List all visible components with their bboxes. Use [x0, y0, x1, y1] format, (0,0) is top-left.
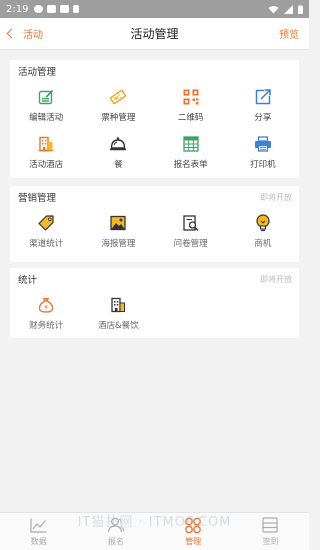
checkin-icon	[261, 517, 279, 534]
share-icon	[254, 88, 272, 106]
section-title: 活动管理	[18, 67, 57, 78]
business-opportunity-button[interactable]: 商机	[227, 208, 299, 255]
form-table-icon	[182, 135, 200, 153]
item-label: 活动酒店	[29, 160, 64, 170]
printer-icon	[254, 135, 272, 153]
coming-soon-badge: 即将开放	[260, 274, 292, 284]
dining-button[interactable]: 餐	[82, 129, 154, 176]
image-icon	[47, 5, 57, 13]
battery-icon	[298, 4, 303, 14]
survey-icon	[182, 214, 200, 232]
photo-icon	[60, 5, 70, 13]
item-label: 编辑活动	[29, 113, 64, 123]
hotel-dining-button[interactable]: 酒店&餐饮	[82, 290, 154, 337]
activity-management-section: 活动管理 编辑活动 票种管理 二维码 分享 活动酒店 餐 报名表单 打印机	[10, 60, 299, 178]
item-label: 票种管理	[101, 113, 136, 123]
item-label: 报名表单	[173, 160, 208, 170]
item-label: 海报管理	[101, 239, 136, 249]
item-label: 打印机	[250, 160, 276, 170]
tag-icon	[37, 214, 55, 232]
item-label: 问卷管理	[173, 239, 208, 249]
channel-stats-button[interactable]: 渠道统计	[10, 208, 82, 255]
chevron-left-icon	[6, 28, 17, 39]
signal-icon	[284, 4, 293, 14]
page-title: 活动管理	[130, 27, 179, 41]
poster-management-button[interactable]: 海报管理	[82, 208, 154, 255]
finance-stats-button[interactable]: ¥ 财务统计	[10, 290, 82, 337]
item-label: 二维码	[177, 113, 204, 123]
item-label: 商机	[254, 239, 272, 249]
ticket-management-button[interactable]: 票种管理	[82, 82, 154, 129]
tab-management[interactable]: 管理	[155, 513, 232, 550]
registration-form-button[interactable]: 报名表单	[155, 129, 227, 176]
printer-button[interactable]: 打印机	[227, 129, 299, 176]
back-button[interactable]: 活动	[0, 26, 43, 41]
edit-activity-button[interactable]: 编辑活动	[10, 82, 82, 129]
manage-icon	[184, 517, 202, 534]
section-title: 营销管理	[18, 193, 57, 204]
tab-data[interactable]: 数据	[0, 513, 77, 550]
qrcode-button[interactable]: 二维码	[155, 82, 227, 129]
wifi-icon	[268, 5, 279, 13]
share-button[interactable]: 分享	[227, 82, 299, 129]
poster-icon	[109, 214, 127, 232]
users-icon	[107, 517, 125, 534]
activity-hotel-button[interactable]: 活动酒店	[10, 129, 82, 176]
svg-text:¥: ¥	[44, 305, 48, 312]
hotel-icon	[37, 135, 55, 153]
tab-checkin[interactable]: 签到	[232, 513, 309, 550]
item-label: 渠道统计	[29, 239, 64, 249]
item-label: 财务统计	[29, 321, 64, 331]
status-bar: 2:19	[0, 0, 309, 18]
chart-icon	[30, 517, 48, 534]
qrcode-icon	[182, 88, 200, 106]
item-label: 分享	[254, 113, 272, 123]
dining-bell-icon	[109, 135, 127, 153]
sim-icon	[73, 5, 80, 13]
edit-icon	[37, 88, 55, 106]
coming-soon-badge: 即将开放	[260, 192, 292, 202]
nav-bar: 活动 活动管理 预览	[0, 18, 309, 50]
bottom-tab-bar: 数据 报名 管理 签到	[0, 512, 309, 550]
back-label: 活动	[23, 30, 43, 41]
hotel-dining-icon	[109, 296, 127, 314]
ticket-icon	[109, 88, 127, 106]
item-label: 酒店&餐饮	[98, 321, 139, 331]
statistics-section: 统计 即将开放 ¥ 财务统计 酒店&餐饮	[10, 268, 299, 338]
message-icon	[34, 5, 44, 13]
tab-registration[interactable]: 报名	[77, 513, 154, 550]
preview-button[interactable]: 预览	[279, 26, 309, 41]
marketing-management-section: 营销管理 即将开放 渠道统计 海报管理 问卷管理 商机	[10, 186, 299, 262]
money-bag-icon: ¥	[37, 296, 55, 314]
survey-management-button[interactable]: 问卷管理	[155, 208, 227, 255]
status-time: 2:19	[6, 3, 29, 15]
item-label: 餐	[114, 160, 123, 170]
lightbulb-icon	[254, 214, 272, 232]
section-title: 统计	[18, 275, 38, 286]
